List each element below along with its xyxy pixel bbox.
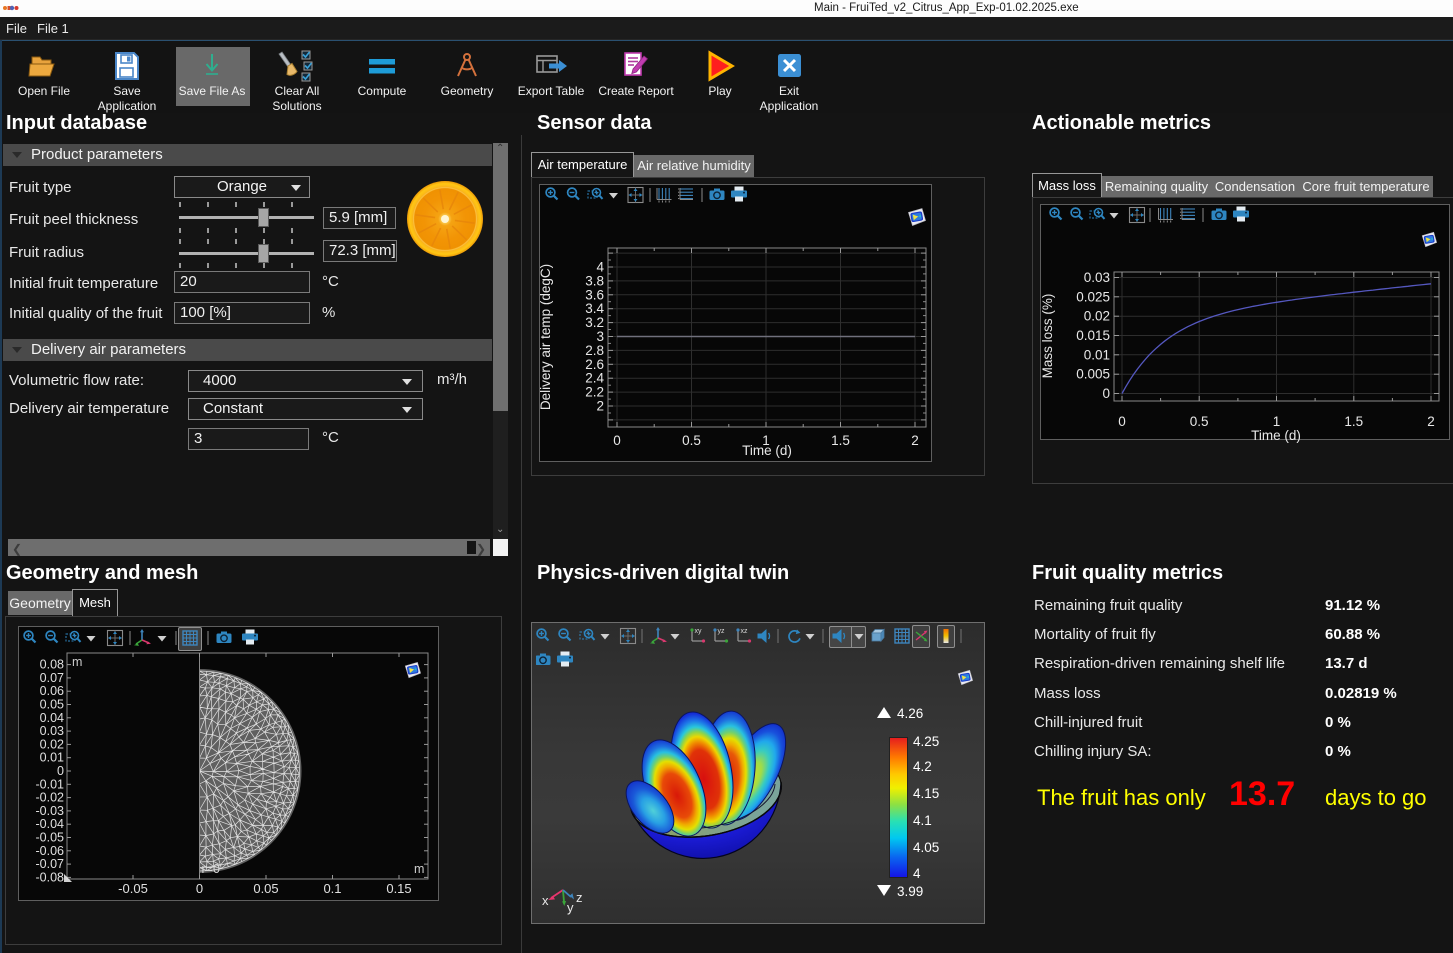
svg-text:0.015: 0.015 bbox=[1076, 328, 1110, 343]
svg-text:3.6: 3.6 bbox=[585, 287, 604, 302]
svg-text:0.15: 0.15 bbox=[386, 881, 411, 896]
svg-text:-0.04: -0.04 bbox=[36, 817, 65, 831]
svg-text:0.08: 0.08 bbox=[40, 658, 64, 672]
svg-text:0.025: 0.025 bbox=[1076, 289, 1110, 304]
svg-text:1.5: 1.5 bbox=[831, 433, 850, 448]
svg-text:1: 1 bbox=[1273, 414, 1281, 429]
svg-text:0.005: 0.005 bbox=[1076, 367, 1110, 382]
svg-text:-0.02: -0.02 bbox=[36, 791, 65, 805]
svg-text:3: 3 bbox=[596, 329, 604, 344]
svg-text:m: m bbox=[414, 862, 424, 876]
svg-text:0.03: 0.03 bbox=[40, 724, 64, 738]
svg-text:-0.06: -0.06 bbox=[36, 844, 65, 858]
svg-text:-0.01: -0.01 bbox=[36, 777, 65, 791]
svg-text:0.05: 0.05 bbox=[40, 698, 64, 712]
svg-text:2.2: 2.2 bbox=[585, 385, 604, 400]
svg-text:0: 0 bbox=[1102, 386, 1110, 401]
svg-text:xz: xz bbox=[741, 628, 749, 635]
svg-text:3.8: 3.8 bbox=[585, 273, 604, 288]
svg-text:yz: yz bbox=[718, 628, 726, 635]
svg-text:x: x bbox=[542, 893, 549, 908]
svg-text:-0.05: -0.05 bbox=[118, 881, 148, 896]
svg-text:0.01: 0.01 bbox=[1084, 347, 1110, 362]
svg-text:4: 4 bbox=[596, 260, 604, 275]
svg-text:3.4: 3.4 bbox=[585, 301, 604, 316]
svg-text:0.5: 0.5 bbox=[682, 433, 701, 448]
svg-text:Time (d): Time (d) bbox=[742, 443, 792, 458]
svg-text:0.1: 0.1 bbox=[323, 881, 341, 896]
svg-text:-0.05: -0.05 bbox=[36, 831, 65, 845]
svg-text:2: 2 bbox=[911, 433, 919, 448]
svg-text:0.07: 0.07 bbox=[40, 671, 64, 685]
svg-text:2.8: 2.8 bbox=[585, 343, 604, 358]
svg-text:Mass loss (%): Mass loss (%) bbox=[1040, 294, 1055, 379]
svg-text:0.01: 0.01 bbox=[40, 751, 64, 765]
svg-text:0.04: 0.04 bbox=[40, 711, 64, 725]
svg-text:-0.07: -0.07 bbox=[36, 857, 65, 871]
svg-text:0: 0 bbox=[57, 764, 64, 778]
svg-text:0.06: 0.06 bbox=[40, 684, 64, 698]
svg-text:0: 0 bbox=[1118, 414, 1126, 429]
svg-text:1.5: 1.5 bbox=[1344, 414, 1363, 429]
svg-text:m: m bbox=[72, 655, 82, 669]
svg-text:-0.03: -0.03 bbox=[36, 804, 65, 818]
svg-text:Time (d): Time (d) bbox=[1251, 428, 1301, 443]
svg-text:0.5: 0.5 bbox=[1190, 414, 1209, 429]
svg-text:2: 2 bbox=[596, 399, 604, 414]
svg-text:0.03: 0.03 bbox=[1084, 270, 1110, 285]
svg-text:2.4: 2.4 bbox=[585, 371, 604, 386]
svg-text:3.2: 3.2 bbox=[585, 315, 604, 330]
svg-text:0.02: 0.02 bbox=[40, 737, 64, 751]
svg-text:y: y bbox=[567, 900, 574, 915]
svg-text:0.05: 0.05 bbox=[253, 881, 278, 896]
svg-text:z: z bbox=[576, 890, 583, 905]
svg-text:0: 0 bbox=[196, 881, 203, 896]
svg-text:Delivery air temp (degC): Delivery air temp (degC) bbox=[539, 264, 553, 410]
svg-text:r=0: r=0 bbox=[202, 862, 220, 876]
svg-text:0: 0 bbox=[613, 433, 621, 448]
svg-text:xy: xy bbox=[695, 628, 703, 635]
svg-text:2: 2 bbox=[1427, 414, 1435, 429]
svg-text:-0.08: -0.08 bbox=[36, 870, 65, 884]
svg-text:2.6: 2.6 bbox=[585, 357, 604, 372]
svg-text:0.02: 0.02 bbox=[1084, 309, 1110, 324]
